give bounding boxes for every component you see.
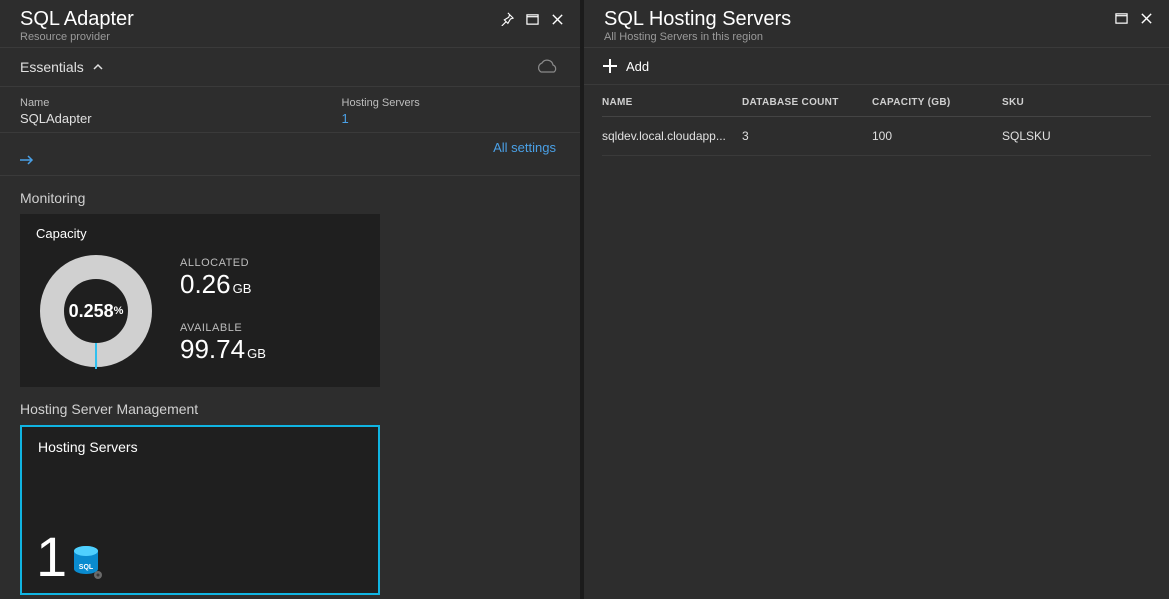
table-header: NAME DATABASE COUNT CAPACITY (GB) SKU xyxy=(602,97,1151,117)
all-settings-text: All settings xyxy=(493,140,556,155)
blade-header: SQL Adapter Resource provider xyxy=(0,0,580,47)
row-database-count: 3 xyxy=(742,129,872,143)
available-unit: GB xyxy=(247,346,266,361)
hosting-servers-label: Hosting Servers xyxy=(342,97,420,109)
available-value: 99.74 xyxy=(180,334,245,364)
sql-hosting-servers-blade: SQL Hosting Servers All Hosting Servers … xyxy=(584,0,1169,599)
allocated-unit: GB xyxy=(233,281,252,296)
row-capacity: 100 xyxy=(872,129,1002,143)
column-name[interactable]: NAME xyxy=(602,97,742,108)
essentials-label-text: Essentials xyxy=(20,59,84,75)
allocated-label: ALLOCATED xyxy=(180,257,266,269)
monitoring-section-label: Monitoring xyxy=(0,176,580,214)
sql-adapter-blade: SQL Adapter Resource provider Essentials xyxy=(0,0,584,599)
name-label: Name xyxy=(20,97,92,109)
table-row[interactable]: sqldev.local.cloudapp... 3 100 SQLSKU xyxy=(602,117,1151,156)
maximize-icon[interactable] xyxy=(1115,12,1128,25)
capacity-tile-title: Capacity xyxy=(36,226,364,241)
all-settings-link[interactable]: All settings xyxy=(0,133,580,176)
essentials-grid: Name SQLAdapter Hosting Servers 1 xyxy=(0,87,580,133)
hosting-servers-table: NAME DATABASE COUNT CAPACITY (GB) SKU sq… xyxy=(584,85,1169,168)
pin-icon[interactable] xyxy=(500,12,514,26)
hosting-servers-tile-title: Hosting Servers xyxy=(38,439,362,455)
svg-text:SQL: SQL xyxy=(79,564,94,571)
row-sku: SQLSKU xyxy=(1002,129,1122,143)
add-button[interactable]: Add xyxy=(584,47,1169,85)
donut-percent-value: 0.258 xyxy=(69,301,114,322)
plus-icon xyxy=(602,58,618,74)
capacity-tile[interactable]: Capacity 0.258% ALLOCATED 0.26GB xyxy=(20,214,380,387)
blade-title-right: SQL Hosting Servers xyxy=(604,8,791,31)
add-label: Add xyxy=(626,59,649,74)
row-name: sqldev.local.cloudapp... xyxy=(602,129,742,143)
available-label: AVAILABLE xyxy=(180,322,266,334)
column-sku[interactable]: SKU xyxy=(1002,97,1122,108)
close-icon[interactable] xyxy=(551,13,564,26)
blade-subtitle-right: All Hosting Servers in this region xyxy=(604,31,791,43)
column-database-count[interactable]: DATABASE COUNT xyxy=(742,97,872,108)
arrow-right-icon xyxy=(20,155,560,165)
chevron-up-icon xyxy=(92,61,104,73)
blade-header-right: SQL Hosting Servers All Hosting Servers … xyxy=(584,0,1169,47)
hosting-servers-tile[interactable]: Hosting Servers 1 SQL xyxy=(20,425,380,595)
capacity-donut-chart: 0.258% xyxy=(36,251,156,371)
blade-subtitle: Resource provider xyxy=(20,31,134,43)
column-capacity[interactable]: CAPACITY (GB) xyxy=(872,97,1002,108)
hosting-servers-link[interactable]: 1 xyxy=(342,111,420,126)
hosting-servers-count: 1 xyxy=(36,529,67,585)
close-icon[interactable] xyxy=(1140,12,1153,25)
cloud-icon xyxy=(534,58,560,76)
donut-percent-suffix: % xyxy=(114,305,124,317)
blade-title: SQL Adapter xyxy=(20,8,134,31)
allocated-value: 0.26 xyxy=(180,269,231,299)
sql-database-icon: SQL xyxy=(73,545,103,579)
essentials-toggle[interactable]: Essentials xyxy=(0,47,580,87)
hosting-server-management-label: Hosting Server Management xyxy=(0,387,580,425)
maximize-icon[interactable] xyxy=(526,13,539,26)
name-value: SQLAdapter xyxy=(20,111,92,126)
